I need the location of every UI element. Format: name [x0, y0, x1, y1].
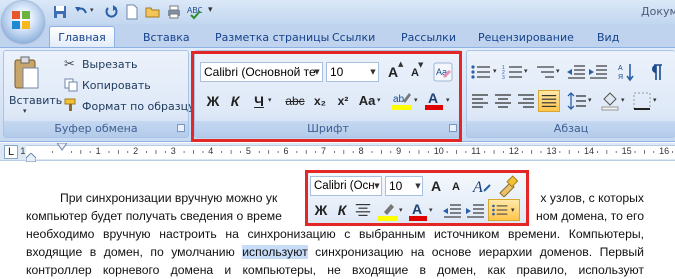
print-icon[interactable] — [166, 4, 182, 20]
doc-line-5: контроллер корневого домена и компьютеры… — [26, 263, 644, 277]
first-line-indent-icon[interactable] — [57, 143, 67, 151]
show-formatting-icon[interactable] — [645, 62, 665, 82]
format-painter-icon[interactable] — [64, 98, 78, 112]
paragraph-group-label: Абзац — [467, 121, 675, 137]
bullets-icon[interactable] — [470, 62, 492, 82]
office-logo-icon — [12, 11, 30, 29]
ruler-number: 10 — [433, 146, 444, 156]
ruler-number: 13 — [546, 146, 557, 156]
doc-line-4: входящие в домен, по умолчанию использую… — [26, 245, 644, 259]
cut-icon[interactable]: ✂ — [64, 57, 75, 72]
line-spacing-icon[interactable] — [567, 91, 587, 111]
tab-home[interactable]: Главная — [49, 26, 115, 48]
undo-icon[interactable] — [73, 4, 89, 20]
clipboard-group-label: Буфер обмена — [4, 121, 188, 137]
tab-review[interactable]: Рецензирование — [478, 27, 574, 48]
copy-icon[interactable] — [64, 78, 78, 92]
ruler-number: 5 — [245, 146, 251, 156]
copy-button[interactable]: Копировать — [82, 79, 151, 92]
hanging-indent-icon[interactable] — [26, 153, 36, 162]
font-group-highlight-frame — [191, 51, 462, 142]
ruler-number: 8 — [358, 146, 364, 156]
tab-references[interactable]: Ссылки — [332, 27, 375, 48]
ruler-number: 1 — [20, 146, 26, 156]
ruler-number: 1 — [95, 146, 101, 156]
ruler-number: 9 — [396, 146, 402, 156]
cut-button[interactable]: Вырезать — [82, 58, 137, 71]
ruler-number: 6 — [283, 146, 289, 156]
align-right-icon[interactable] — [516, 91, 536, 111]
doc-line-2-tail: ном домена, то его — [536, 209, 644, 223]
svg-text:ABC: ABC — [187, 6, 202, 15]
tab-selector-icon[interactable]: L — [4, 145, 18, 159]
decrease-indent-icon[interactable] — [566, 62, 586, 82]
bullets-dropdown-icon[interactable]: ▾ — [493, 67, 497, 75]
customize-qat-icon[interactable]: ▾ — [208, 5, 213, 15]
svg-text:А: А — [618, 65, 623, 72]
ruler-number: 3 — [170, 146, 176, 156]
tab-insert[interactable]: Вставка — [143, 27, 190, 48]
doc-line-3: необходимо вручную настроить на синхрони… — [26, 227, 644, 241]
svg-text:Я: Я — [618, 74, 623, 81]
title-bar — [0, 0, 675, 24]
paste-dropdown-icon[interactable]: ▾ — [23, 107, 27, 115]
multilevel-list-icon[interactable] — [534, 62, 556, 82]
ruler-number: 11 — [471, 146, 481, 156]
justify-icon — [541, 95, 557, 107]
ruler-number: 14 — [584, 146, 595, 156]
redo-icon[interactable] — [103, 4, 119, 20]
new-doc-icon[interactable] — [124, 4, 140, 20]
tab-view[interactable]: Вид — [597, 27, 619, 48]
ruler-number: 12 — [508, 146, 519, 156]
tab-page-layout[interactable]: Разметка страницы — [215, 27, 329, 48]
ruler-number: 2 — [133, 146, 139, 156]
align-left-icon[interactable] — [470, 91, 490, 111]
undo-dropdown-icon[interactable]: ▾ — [90, 6, 94, 14]
justify-button[interactable] — [538, 90, 560, 112]
numbering-icon[interactable]: 123 — [502, 62, 524, 82]
ruler-number: 4 — [208, 146, 214, 156]
borders-icon[interactable] — [632, 91, 652, 111]
paste-icon[interactable] — [12, 56, 40, 92]
document-title: Докум — [641, 5, 675, 18]
numbering-dropdown-icon[interactable]: ▾ — [524, 67, 528, 75]
doc-line-1-tail: х узлов, с которых — [540, 191, 644, 205]
mini-toolbar-highlight-frame — [305, 170, 529, 226]
open-icon[interactable] — [145, 4, 161, 20]
ruler-number: 16 — [659, 146, 670, 156]
align-center-icon[interactable] — [493, 91, 513, 111]
ruler-number: 7 — [321, 146, 327, 156]
ruler-number: 15 — [621, 146, 632, 156]
multilevel-dropdown-icon[interactable]: ▾ — [556, 67, 560, 75]
spelling-icon[interactable]: ABC — [186, 4, 202, 20]
increase-indent-icon[interactable] — [588, 62, 608, 82]
selected-word[interactable]: используют — [242, 245, 308, 259]
shading-dropdown-icon[interactable]: ▾ — [621, 96, 625, 104]
svg-text:3: 3 — [502, 75, 505, 81]
ruler-ticks — [52, 150, 673, 154]
sort-icon[interactable]: АЯ — [617, 62, 637, 82]
borders-dropdown-icon[interactable]: ▾ — [653, 96, 657, 104]
clipboard-launcher-icon[interactable] — [177, 124, 185, 132]
format-painter-button[interactable]: Формат по образцу — [82, 100, 195, 113]
paste-button[interactable]: Вставить — [9, 94, 62, 107]
save-icon[interactable] — [52, 4, 68, 20]
shading-icon[interactable] — [600, 91, 620, 111]
tab-mailings[interactable]: Рассылки — [401, 27, 456, 48]
line-spacing-dropdown-icon[interactable]: ▾ — [588, 96, 592, 104]
